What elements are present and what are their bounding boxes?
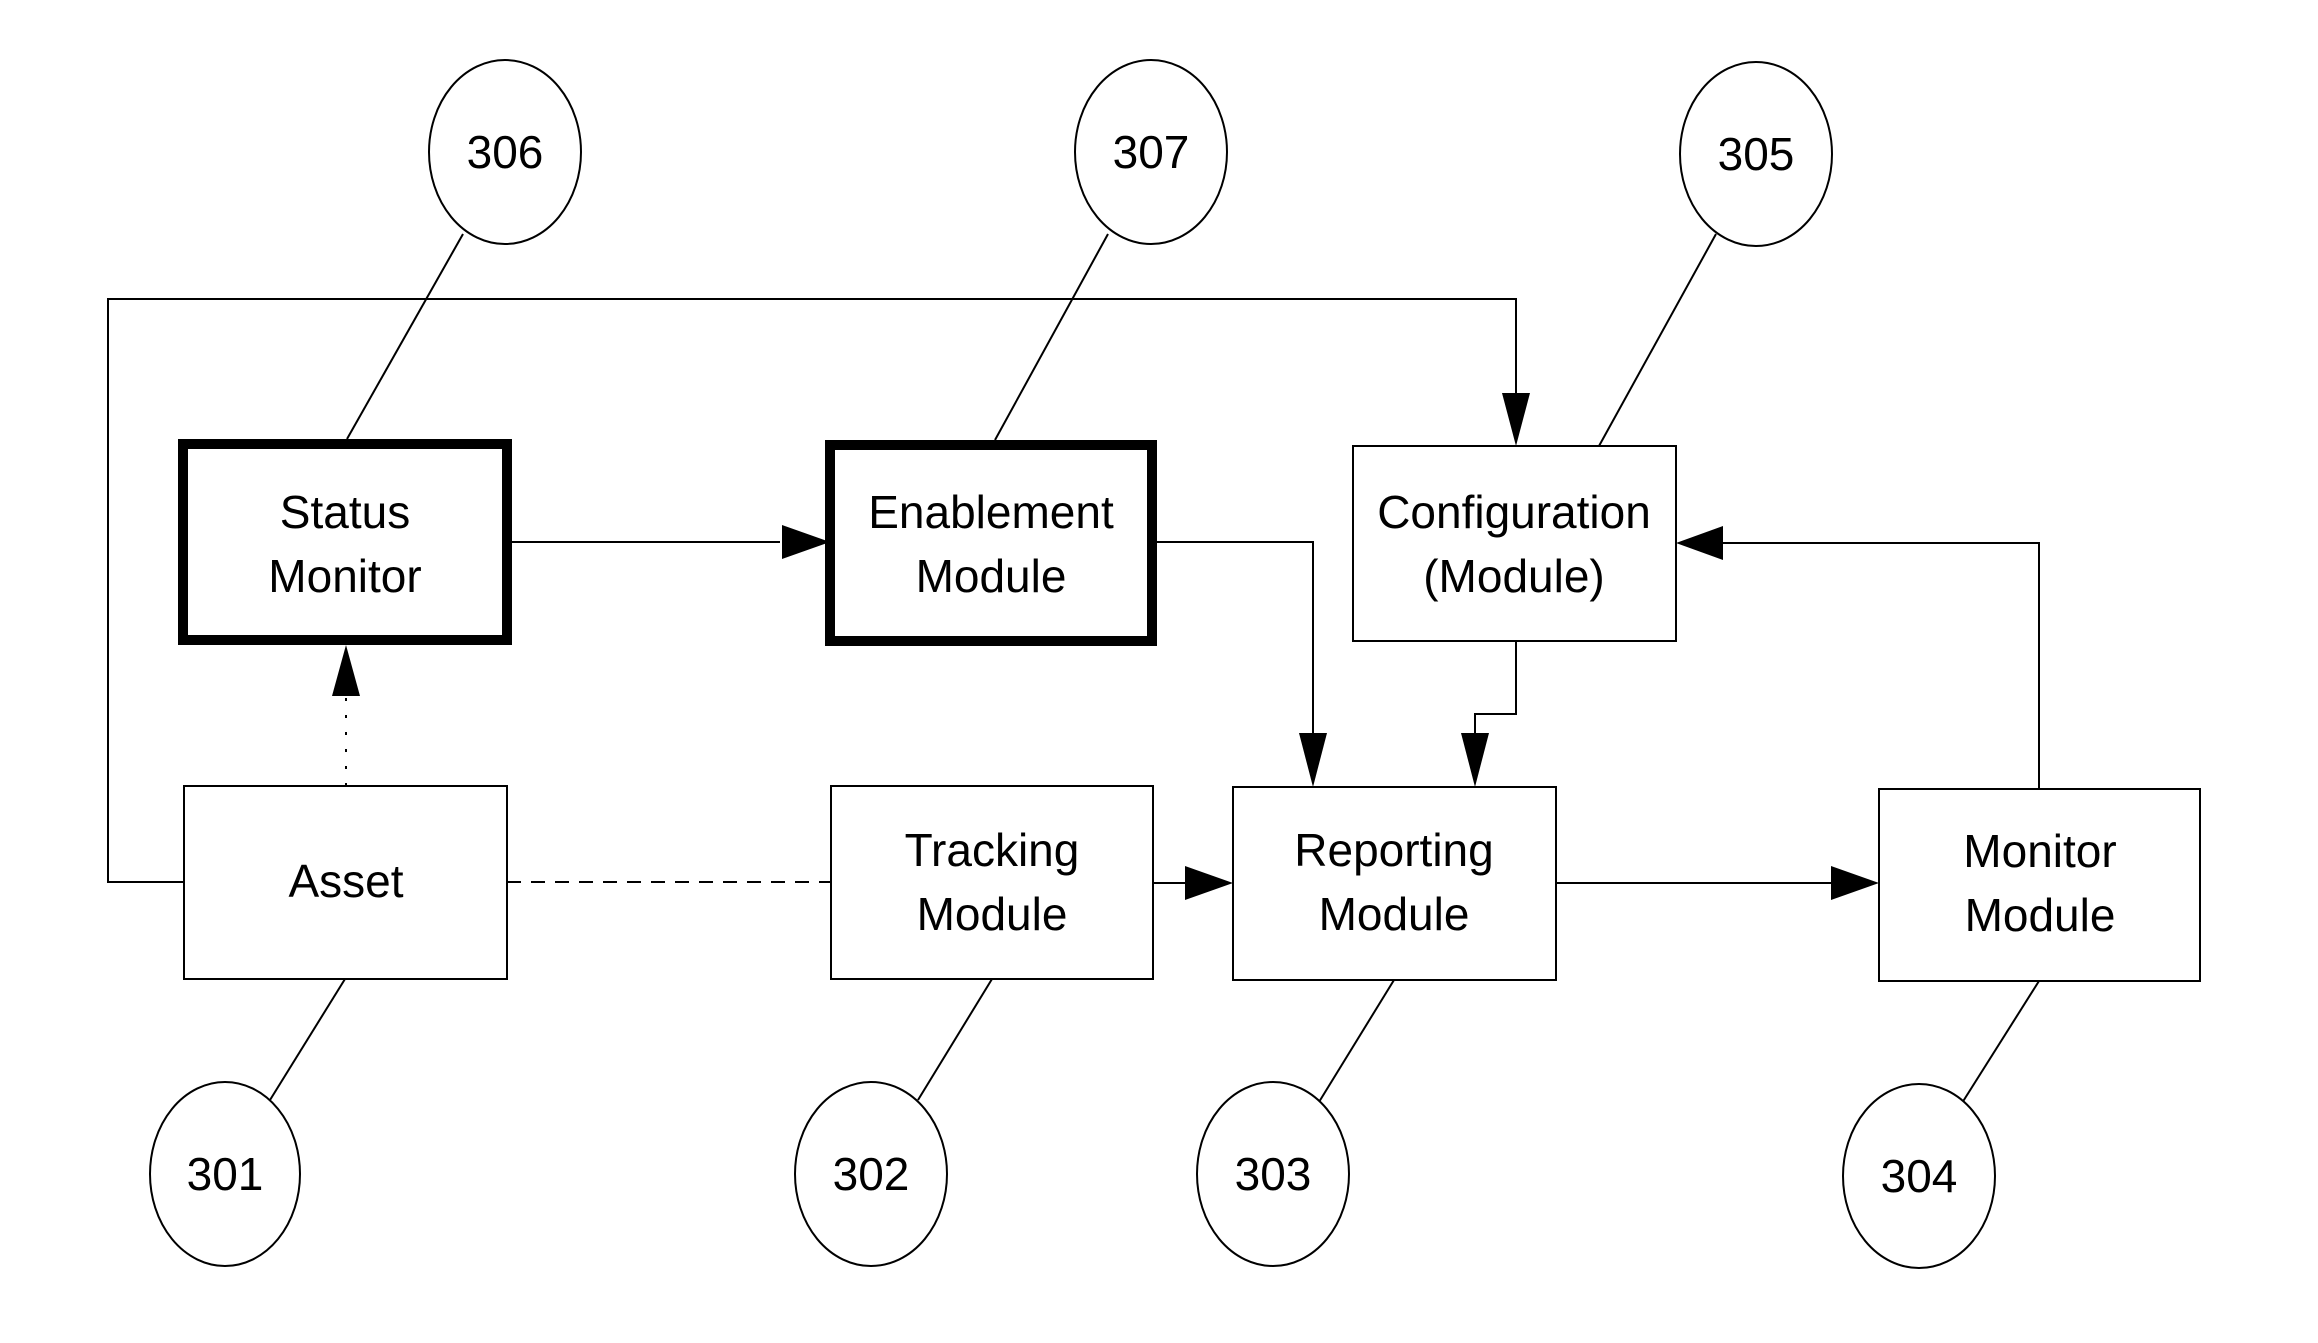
monitor-module-box (1878, 788, 2201, 982)
tracking-module-box (830, 785, 1154, 980)
tracking-module-label-line1: Tracking (905, 824, 1080, 876)
arrowhead-into-status-monitor (332, 645, 360, 696)
status-monitor-label-line2: Monitor (268, 550, 421, 602)
leader-305 (1598, 233, 1717, 447)
reference-numeral-301: 301 (187, 1148, 264, 1200)
reference-numeral-304: 304 (1881, 1150, 1958, 1202)
module-reporting: Reporting Module (1232, 786, 1557, 981)
configuration-module-box (1352, 445, 1677, 642)
reporting-module-box (1232, 786, 1557, 981)
reference-numeral-305: 305 (1718, 128, 1795, 180)
monitor-module-label-line1: Monitor (1963, 825, 2116, 877)
module-monitor: Monitor Module (1878, 788, 2201, 982)
connector-configuration-to-reporting (1474, 641, 1517, 735)
arrowhead-into-reporting-side (1185, 866, 1233, 900)
arrowhead-into-enablement (782, 525, 830, 559)
enablement-module-box (825, 440, 1157, 646)
leader-lines (269, 233, 2040, 1104)
module-status-monitor: Status Monitor (178, 439, 512, 645)
reference-numeral-303: 303 (1235, 1148, 1312, 1200)
arrowhead-into-configuration-top (1502, 393, 1530, 446)
callout-303: 303 (1196, 1081, 1350, 1267)
reference-numeral-307: 307 (1113, 126, 1190, 178)
leader-301 (269, 978, 346, 1101)
enablement-module-label-line1: Enablement (868, 486, 1114, 538)
asset-label: Asset (288, 855, 403, 907)
enablement-module-label-line2: Module (916, 550, 1067, 602)
connector-enablement-to-reporting (1157, 541, 1314, 735)
block-diagram: Status Monitor Enablement Module Configu… (107, 59, 2201, 1269)
callout-307: 307 (1074, 59, 1228, 245)
callout-301: 301 (149, 1081, 301, 1267)
reference-numeral-302: 302 (833, 1148, 910, 1200)
reporting-module-label-line2: Module (1319, 888, 1470, 940)
leader-302 (917, 978, 993, 1101)
arrowhead-into-reporting-right (1461, 733, 1489, 787)
callout-306: 306 (428, 59, 582, 245)
leader-307 (994, 233, 1109, 441)
status-monitor-label-line1: Status (280, 486, 410, 538)
module-tracking: Tracking Module (830, 785, 1154, 980)
arrowhead-into-configuration-side (1676, 526, 1723, 560)
arrowhead-into-reporting-left (1299, 733, 1327, 787)
monitor-module-label-line2: Module (1965, 889, 2116, 941)
reference-numeral-306: 306 (467, 126, 544, 178)
configuration-module-label-line2: (Module) (1423, 550, 1605, 602)
callout-302: 302 (794, 1081, 948, 1267)
leader-306 (346, 233, 464, 440)
arrowhead-into-monitor (1831, 866, 1879, 900)
reporting-module-label-line1: Reporting (1294, 824, 1493, 876)
module-asset: Asset (183, 785, 508, 980)
configuration-module-label-line1: Configuration (1377, 486, 1651, 538)
leader-304 (1961, 980, 2040, 1104)
callout-305: 305 (1679, 61, 1833, 247)
tracking-module-label-line2: Module (917, 888, 1068, 940)
connector-monitor-to-configuration (1722, 542, 2040, 789)
status-monitor-box (178, 439, 512, 645)
callout-304: 304 (1842, 1083, 1996, 1269)
module-enablement: Enablement Module (825, 440, 1157, 646)
leader-303 (1318, 979, 1395, 1103)
module-configuration: Configuration (Module) (1352, 445, 1677, 642)
